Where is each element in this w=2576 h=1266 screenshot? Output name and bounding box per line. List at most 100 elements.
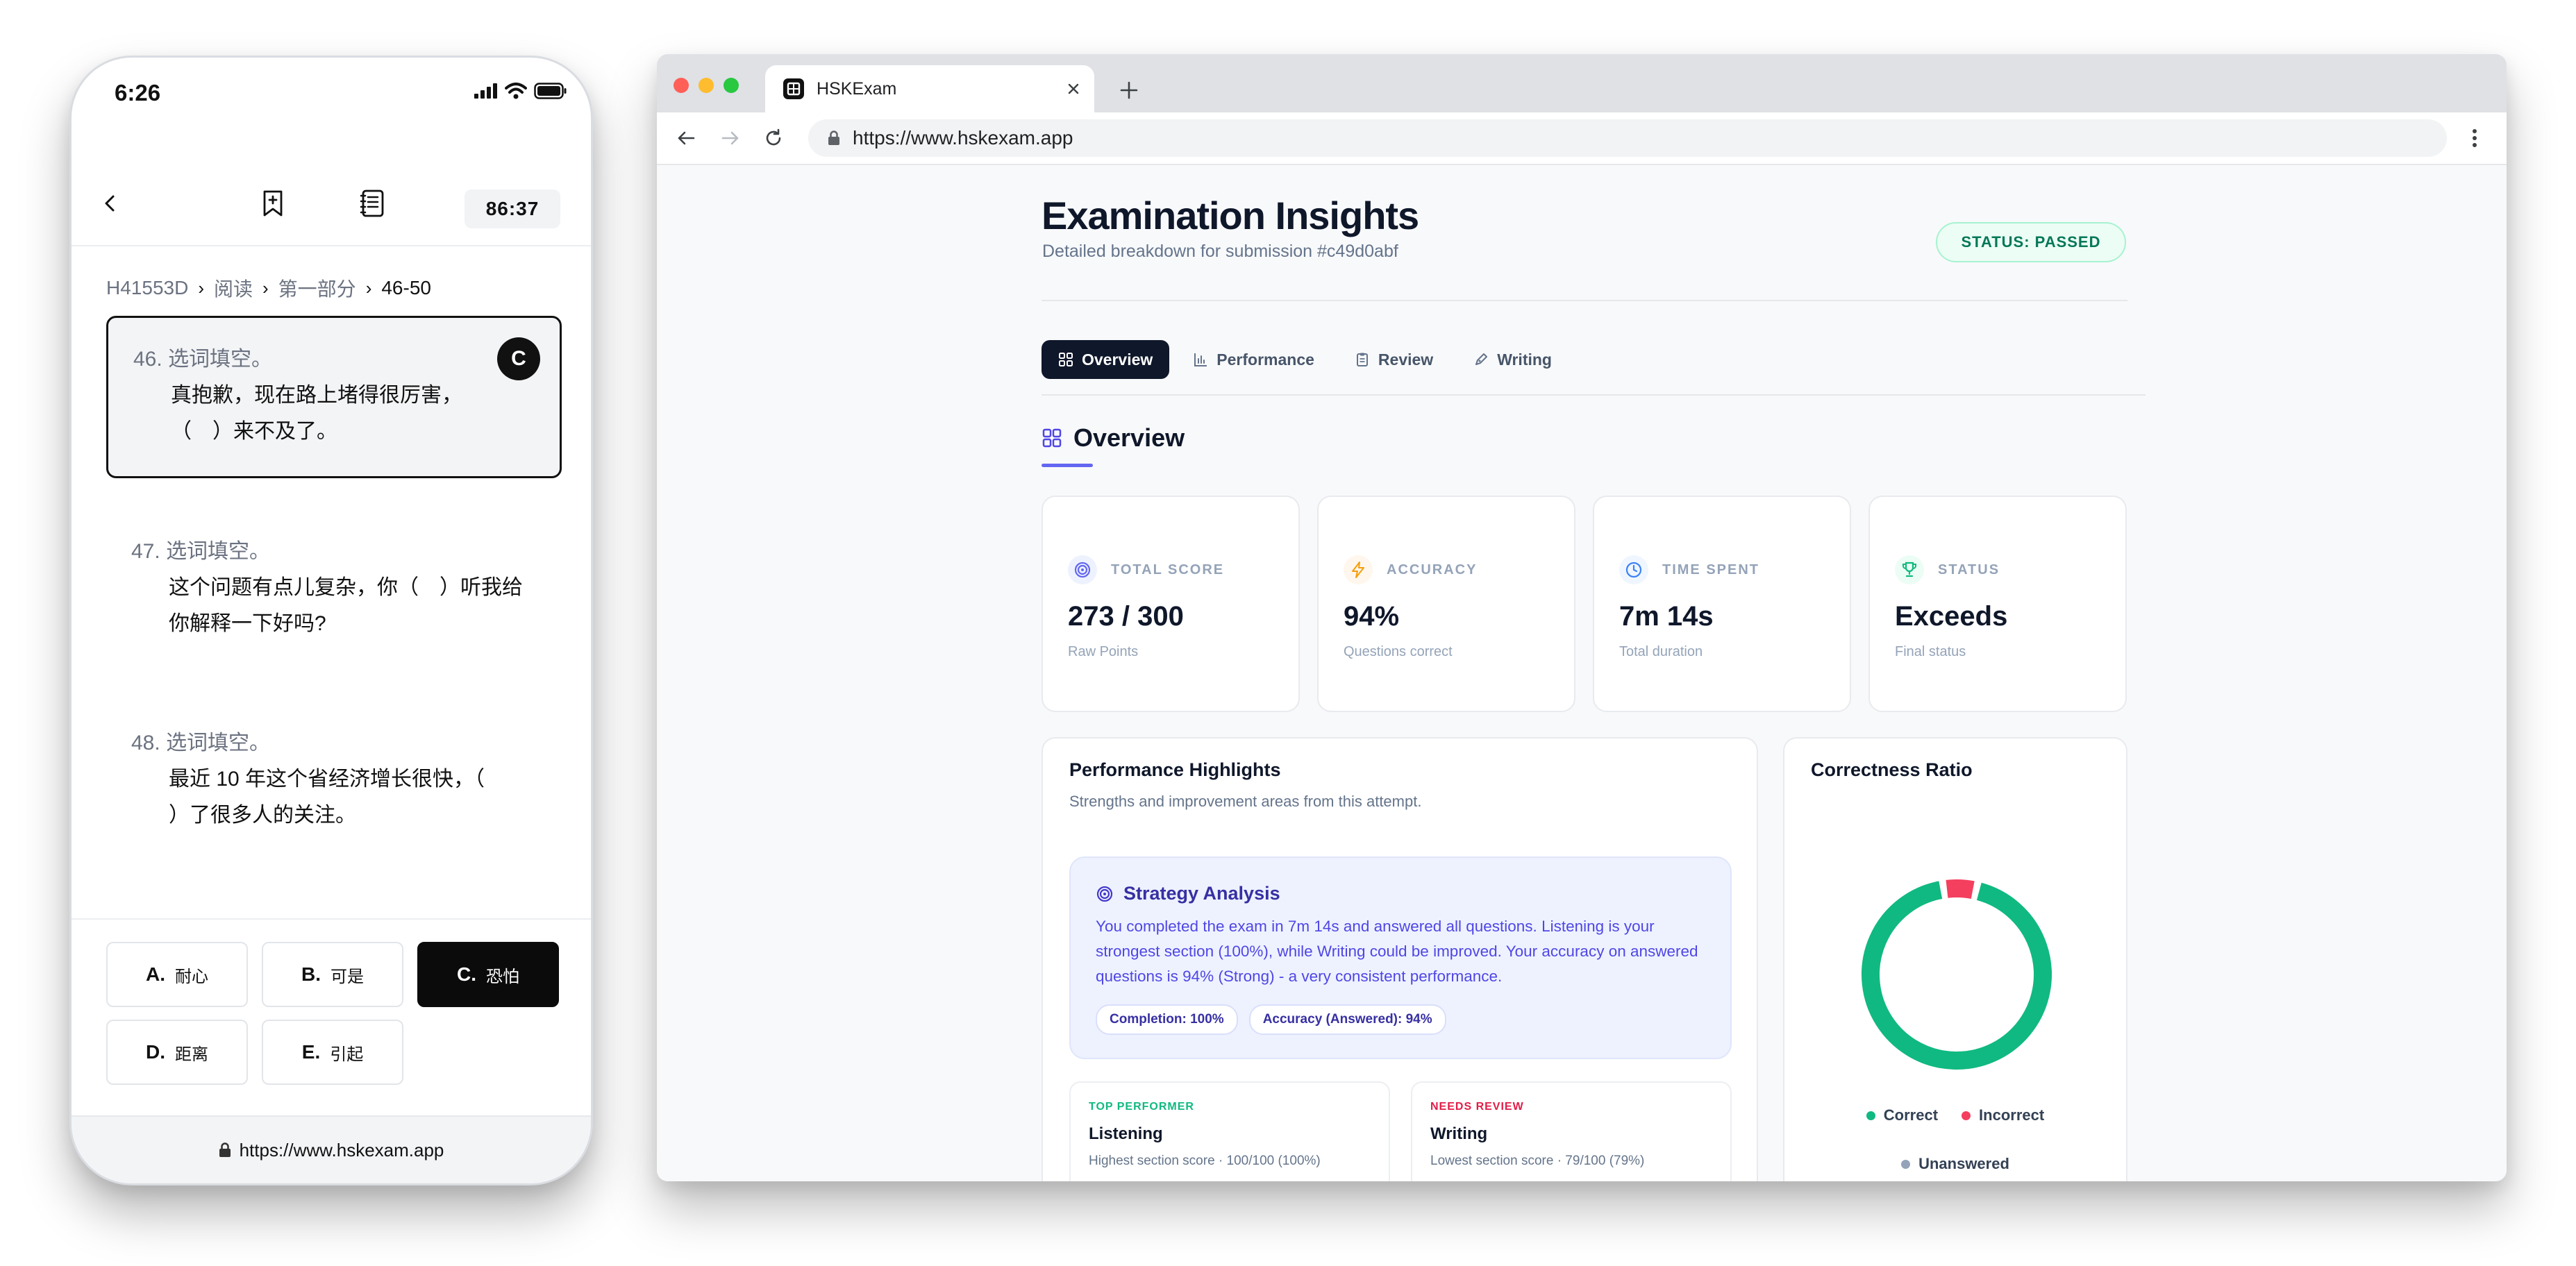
target-icon: [1096, 885, 1114, 903]
breadcrumb: H41553D › 阅读 › 第一部分 › 46-50: [106, 274, 431, 302]
stat-value: 94%: [1344, 601, 1400, 632]
stat-caption: Total duration: [1619, 644, 1703, 659]
phone-status-bar: 6:26: [72, 58, 591, 127]
phone-address-bar[interactable]: https://www.hskexam.app: [72, 1115, 591, 1183]
legend-dot: [1866, 1111, 1875, 1120]
status-badge: STATUS: PASSED: [1936, 222, 2126, 262]
stat-card-accuracy: ACCURACY 94% Questions correct: [1317, 496, 1575, 712]
stat-card-total-score: TOTAL SCORE 273 / 300 Raw Points: [1042, 496, 1300, 712]
browser-menu-button[interactable]: [2462, 126, 2487, 151]
breadcrumb-item[interactable]: 第一部分: [278, 274, 356, 302]
favicon-icon: [783, 78, 804, 99]
cellular-signal-icon: [474, 83, 498, 99]
section-name: Listening: [1089, 1124, 1163, 1143]
browser-tab-active[interactable]: HSKExam: [765, 65, 1094, 112]
bookmark-button[interactable]: [252, 183, 294, 224]
arrow-left-icon: [676, 128, 696, 149]
lock-icon: [219, 1142, 231, 1158]
address-bar[interactable]: https://www.hskexam.app: [808, 119, 2447, 157]
donut-chart: [1855, 873, 2058, 1076]
question-text-line: 你解释一下好吗?: [169, 612, 326, 635]
page-content: Examination Insights Detailed breakdown …: [657, 165, 2507, 1181]
stat-value: 273 / 300: [1068, 601, 1184, 632]
chart-title: Correctness Ratio: [1811, 759, 1973, 780]
breadcrumb-item[interactable]: 阅读: [214, 274, 253, 302]
stat-card-time-spent: TIME SPENT 7m 14s Total duration: [1593, 496, 1851, 712]
maximize-window-button[interactable]: [724, 78, 739, 93]
question-text-line: 真抱歉，现在路上堵得很厉害，: [171, 384, 462, 407]
breadcrumb-current: 46-50: [381, 277, 431, 298]
donut-slice-incorrect[interactable]: [1946, 879, 1975, 900]
pen-icon: [1473, 352, 1489, 367]
close-tab-icon[interactable]: [1067, 82, 1080, 96]
forward-button[interactable]: [718, 126, 743, 151]
tab-writing[interactable]: Writing: [1457, 340, 1569, 379]
chevron-right-icon: ›: [365, 277, 372, 298]
section-name: Writing: [1430, 1124, 1488, 1143]
arrow-right-icon: [720, 128, 741, 149]
question-number: 47.: [131, 540, 160, 563]
stat-label: TIME SPENT: [1662, 562, 1760, 577]
grid-icon: [1058, 352, 1073, 367]
status-time: 6:26: [115, 80, 161, 106]
section-underline: [1042, 464, 1093, 467]
new-tab-button[interactable]: [1116, 78, 1141, 103]
donut-slice-correct[interactable]: [1862, 881, 2052, 1070]
question-text-line: 最近 10 年这个省经济增长很快，（: [169, 768, 485, 791]
browser-tabstrip: HSKExam: [657, 54, 2507, 112]
page-subtitle: Detailed breakdown for submission #c49d0…: [1042, 242, 1398, 261]
question-text-line: ）了很多人的关注。: [169, 804, 356, 827]
kicker-label: NEEDS REVIEW: [1430, 1101, 1524, 1113]
stat-label: STATUS: [1938, 562, 2000, 577]
stat-label: TOTAL SCORE: [1111, 562, 1225, 577]
accuracy-tag: Accuracy (Answered): 94%: [1248, 1004, 1446, 1035]
countdown-timer: 86:37: [465, 189, 560, 228]
section-score: Lowest section score · 79/100 (79%): [1430, 1154, 1645, 1168]
question-number: 46.: [133, 348, 162, 371]
selected-answer-badge: C: [497, 337, 540, 380]
option-b-button[interactable]: B. 可是: [262, 942, 403, 1007]
insights-tabs: Overview Performance Review Writing: [1042, 340, 1569, 379]
option-e-button[interactable]: E. 引起: [262, 1020, 403, 1085]
strategy-analysis-panel: Strategy Analysis You completed the exam…: [1069, 856, 1732, 1059]
target-icon: [1068, 555, 1097, 584]
top-performer-card: TOP PERFORMER Listening Highest section …: [1069, 1081, 1390, 1181]
back-button[interactable]: [674, 126, 699, 151]
completion-tag: Completion: 100%: [1096, 1004, 1238, 1035]
reload-button[interactable]: [761, 126, 786, 151]
question-card[interactable]: 48. 选词填空。 最近 10 年这个省经济增长很快，（ ）了很多人的关注。: [106, 702, 562, 857]
option-c-button[interactable]: C. 恐怕: [417, 942, 559, 1007]
breadcrumb-item[interactable]: H41553D: [106, 277, 188, 299]
card-subtitle: Strengths and improvement areas from thi…: [1069, 793, 1422, 810]
stat-caption: Questions correct: [1344, 644, 1453, 659]
question-card[interactable]: 47. 选词填空。 这个问题有点儿复杂，你（ ）听我给 你解释一下好吗?: [106, 510, 562, 666]
bar-chart-icon: [1193, 352, 1208, 367]
legend-dot: [1901, 1159, 1911, 1169]
stat-value: Exceeds: [1895, 601, 2008, 632]
option-d-button[interactable]: D. 距离: [106, 1020, 248, 1085]
question-card-active[interactable]: 46. 选词填空。 真抱歉，现在路上堵得很厉害， （ ）来不及了。 C: [106, 316, 562, 478]
clipboard-icon: [1355, 352, 1370, 367]
trophy-icon: [1895, 555, 1924, 584]
notebook-icon: [360, 189, 386, 218]
back-button[interactable]: [90, 183, 131, 224]
close-window-button[interactable]: [674, 78, 689, 93]
kebab-menu-icon: [2471, 128, 2478, 149]
tab-overview[interactable]: Overview: [1042, 340, 1170, 379]
question-list-button[interactable]: [352, 183, 394, 224]
tab-review[interactable]: Review: [1338, 340, 1450, 379]
performance-highlights-card: Performance Highlights Strengths and imp…: [1042, 737, 1758, 1181]
phone-url-text: https://www.hskexam.app: [239, 1139, 444, 1160]
legend-item-correct: Correct: [1866, 1106, 1938, 1124]
option-a-button[interactable]: A. 耐心: [106, 942, 248, 1007]
question-prompt: 选词填空。: [168, 348, 273, 371]
legend-label: Unanswered: [1918, 1155, 2009, 1172]
minimize-window-button[interactable]: [699, 78, 714, 93]
chevron-right-icon: ›: [262, 277, 269, 298]
phone-frame: 6:26 86:37 H41553D › 阅读 › 第一部分 › 46-50 4…: [69, 56, 593, 1185]
battery-icon: [534, 83, 567, 99]
browser-toolbar: https://www.hskexam.app: [657, 112, 2507, 165]
tab-performance[interactable]: Performance: [1176, 340, 1331, 379]
reload-icon: [763, 128, 784, 149]
divider: [1042, 300, 2127, 301]
